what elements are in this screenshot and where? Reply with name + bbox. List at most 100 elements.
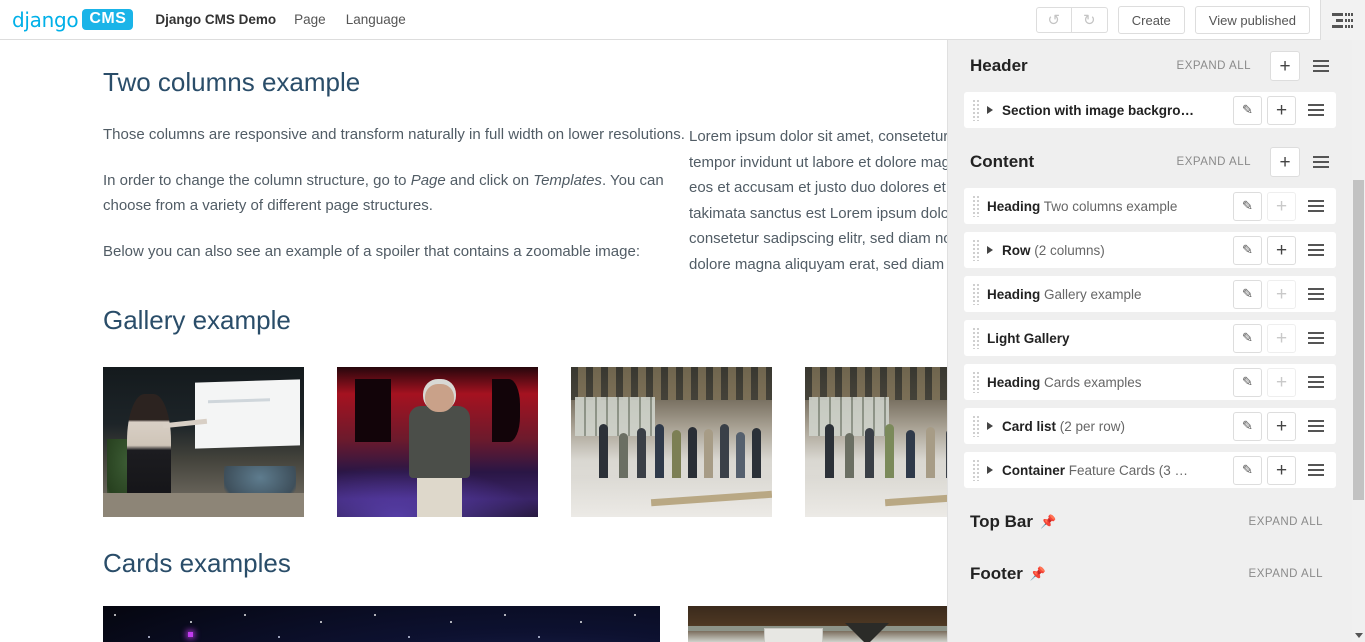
toolbar-right-group: ↺ ↻ Create View published xyxy=(1035,0,1365,40)
plugin-menu-button[interactable] xyxy=(1301,412,1330,441)
plus-icon: + xyxy=(1275,327,1288,349)
page-scrollbar-track[interactable] xyxy=(1352,40,1365,642)
expand-all-button[interactable]: EXPAND ALL xyxy=(1177,60,1251,72)
plugin-row[interactable]: Heading Gallery example ✎ + xyxy=(964,276,1336,312)
stage-letter-right xyxy=(491,379,520,442)
purple-star xyxy=(188,632,193,637)
plugin-menu-button[interactable] xyxy=(1301,236,1330,265)
drag-handle-icon[interactable] xyxy=(972,195,979,217)
plus-icon: + xyxy=(1275,459,1288,481)
gallery-image-speaker[interactable] xyxy=(337,367,538,517)
toolbar-menu-page[interactable]: Page xyxy=(294,12,326,27)
plugin-menu-button[interactable] xyxy=(1301,96,1330,125)
hall-rail-top xyxy=(688,626,958,632)
expand-all-button[interactable]: EXPAND ALL xyxy=(1249,516,1323,528)
plugin-label: Row (2 columns) xyxy=(1002,242,1105,258)
structure-board-toggle[interactable] xyxy=(1320,0,1365,40)
view-published-button[interactable]: View published xyxy=(1194,6,1310,34)
pencil-icon: ✎ xyxy=(1242,102,1253,117)
plugin-menu-button[interactable] xyxy=(1301,192,1330,221)
pencil-icon: ✎ xyxy=(1242,198,1253,213)
speaker-head xyxy=(425,383,454,412)
plugin-add-button[interactable]: + xyxy=(1267,95,1296,125)
plugin-row[interactable]: Section with image backgro… ✎ + xyxy=(964,92,1336,128)
caret-right-icon[interactable] xyxy=(987,466,993,474)
placeholder-add-button[interactable]: + xyxy=(1270,147,1300,177)
plugin-menu-button[interactable] xyxy=(1301,456,1330,485)
plugin-actions: ✎ + xyxy=(1228,455,1330,485)
undo-icon[interactable]: ↺ xyxy=(1035,7,1072,33)
card-image-workshop[interactable] xyxy=(688,606,958,642)
plugin-row[interactable]: Row (2 columns) ✎ + xyxy=(964,232,1336,268)
plugin-add-button[interactable]: + xyxy=(1267,235,1296,265)
plugin-row[interactable]: Container Feature Cards (3 … ✎ + xyxy=(964,452,1336,488)
plus-icon: + xyxy=(1275,239,1288,261)
plugin-row[interactable]: Light Gallery ✎ + xyxy=(964,320,1336,356)
hamburger-icon xyxy=(1307,420,1324,432)
presentation-screen xyxy=(195,378,300,449)
plugin-add-button[interactable]: + xyxy=(1267,411,1296,441)
paragraph-2-part-b: and click on xyxy=(445,172,534,189)
drag-handle-icon[interactable] xyxy=(972,99,979,121)
plus-icon: + xyxy=(1275,195,1288,217)
plugin-edit-button[interactable]: ✎ xyxy=(1233,455,1262,485)
plugin-actions: ✎ + xyxy=(1228,367,1330,397)
plugin-row[interactable]: Heading Two columns example ✎ + xyxy=(964,188,1336,224)
placeholder-header: Top Bar 📌 EXPAND ALL xyxy=(948,496,1352,548)
plugin-menu-button[interactable] xyxy=(1301,324,1330,353)
pin-icon[interactable]: 📌 xyxy=(1030,566,1046,582)
paragraph-1: Those columns are responsive and transfo… xyxy=(103,126,685,143)
plugin-row[interactable]: Card list (2 per row) ✎ + xyxy=(964,408,1336,444)
pin-icon[interactable]: 📌 xyxy=(1040,514,1056,530)
redo-icon[interactable]: ↻ xyxy=(1071,7,1108,33)
pencil-icon: ✎ xyxy=(1242,286,1253,301)
drag-handle-icon[interactable] xyxy=(972,327,979,349)
pencil-icon: ✎ xyxy=(1242,418,1253,433)
toolbar-site-title[interactable]: Django CMS Demo xyxy=(155,12,276,27)
drag-handle-icon[interactable] xyxy=(972,283,979,305)
drag-handle-icon[interactable] xyxy=(972,371,979,393)
caret-right-icon[interactable] xyxy=(987,422,993,430)
placeholder-add-button[interactable]: + xyxy=(1270,51,1300,81)
hamburger-icon xyxy=(1307,288,1324,300)
gallery-image-venue[interactable] xyxy=(571,367,772,517)
plus-icon: + xyxy=(1275,371,1288,393)
caret-right-icon[interactable] xyxy=(987,106,993,114)
hamburger-icon xyxy=(1307,376,1324,388)
plus-icon: + xyxy=(1275,415,1288,437)
expand-all-button[interactable]: EXPAND ALL xyxy=(1249,568,1323,580)
hamburger-icon xyxy=(1307,200,1324,212)
plugin-row[interactable]: Heading Cards examples ✎ + xyxy=(964,364,1336,400)
placeholder-section-header: Header EXPAND ALL + Section with image back… xyxy=(948,40,1352,128)
plugin-edit-button[interactable]: ✎ xyxy=(1233,95,1262,125)
plugin-edit-button[interactable]: ✎ xyxy=(1233,367,1262,397)
plugin-edit-button[interactable]: ✎ xyxy=(1233,279,1262,309)
plugin-menu-button[interactable] xyxy=(1301,280,1330,309)
django-cms-logo[interactable]: django CMS xyxy=(12,8,134,32)
plugin-edit-button[interactable]: ✎ xyxy=(1233,191,1262,221)
plugin-label: Heading Two columns example xyxy=(987,198,1178,214)
placeholder-menu-button[interactable] xyxy=(1306,51,1336,81)
page-scrollbar-thumb[interactable] xyxy=(1353,180,1364,500)
plugin-edit-button[interactable]: ✎ xyxy=(1233,411,1262,441)
placeholder-menu-button[interactable] xyxy=(1306,147,1336,177)
paragraph-2-part-a: In order to change the column structure,… xyxy=(103,172,411,189)
placeholder-section-footer: Footer 📌 EXPAND ALL xyxy=(948,548,1352,600)
drag-handle-icon[interactable] xyxy=(972,415,979,437)
card-image-space[interactable] xyxy=(103,606,660,642)
plugin-edit-button[interactable]: ✎ xyxy=(1233,235,1262,265)
gallery-image-presenter[interactable] xyxy=(103,367,304,517)
speaker-legs xyxy=(417,475,462,517)
plugin-menu-button[interactable] xyxy=(1301,368,1330,397)
plugin-edit-button[interactable]: ✎ xyxy=(1233,323,1262,353)
expand-all-button[interactable]: EXPAND ALL xyxy=(1177,156,1251,168)
plugin-add-button[interactable]: + xyxy=(1267,455,1296,485)
create-button[interactable]: Create xyxy=(1117,6,1185,34)
ceiling-beams xyxy=(571,367,772,400)
drag-handle-icon[interactable] xyxy=(972,459,979,481)
scroll-down-arrow-icon[interactable] xyxy=(1352,628,1365,642)
caret-right-icon[interactable] xyxy=(987,246,993,254)
toolbar-menu-language[interactable]: Language xyxy=(346,12,406,27)
drag-handle-icon[interactable] xyxy=(972,239,979,261)
paragraph-3: Below you can also see an example of a s… xyxy=(103,243,640,260)
